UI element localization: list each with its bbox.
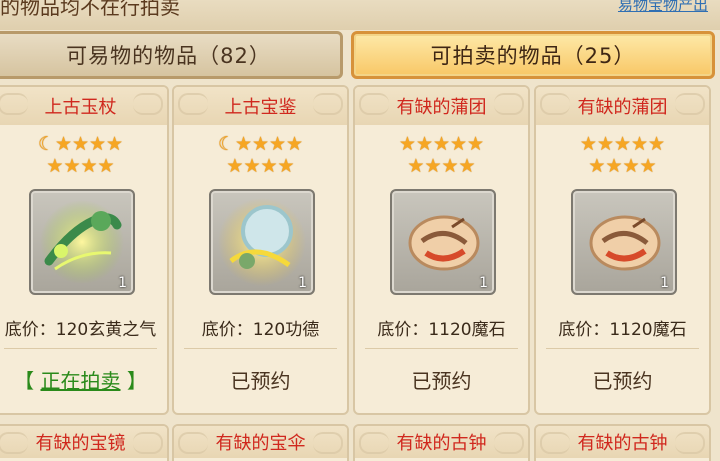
item-card[interactable]: 上古宝鉴 ☾★★★★ ★★★★ 1 底价：120功德 已预约: [172, 85, 349, 415]
base-price: 底价：1120魔石: [558, 320, 687, 340]
base-price: 底价：1120魔石: [377, 320, 506, 340]
card-header: 上古玉杖: [0, 87, 167, 125]
item-name: 有缺的蒲团: [577, 97, 668, 118]
item-count: 1: [660, 275, 669, 291]
bracket-right: 】: [120, 369, 147, 393]
item-card[interactable]: 有缺的古钟: [534, 424, 711, 461]
base-price: 底价：120玄黄之气: [4, 320, 157, 340]
divider: [546, 348, 699, 349]
cushion-icon[interactable]: 1: [390, 189, 496, 295]
item-name: 有缺的蒲团: [396, 97, 487, 118]
card-header: 有缺的宝伞: [174, 426, 347, 458]
top-strip: 的物品均不在行拍卖 易物宝物产出: [0, 0, 720, 30]
star-rating: ★★★★: [46, 155, 115, 177]
base-price: 底价：120功德: [201, 320, 320, 340]
tab-label: 可拍卖的物品（25）: [430, 44, 636, 68]
star-rating: ★★★★: [407, 155, 476, 177]
auction-status: 已预约: [411, 369, 472, 393]
source-link[interactable]: 易物宝物产出: [618, 0, 708, 15]
item-name: 上古宝鉴: [224, 97, 297, 118]
tab-tradeable[interactable]: 可易物的物品（82）: [0, 31, 343, 79]
item-card[interactable]: 有缺的宝伞: [172, 424, 349, 461]
jade-staff-icon[interactable]: 1: [29, 189, 135, 295]
card-header: 有缺的宝镜: [0, 426, 167, 458]
status-label: 正在拍卖: [40, 369, 121, 393]
item-count: 1: [298, 275, 307, 291]
item-card[interactable]: 有缺的蒲团 ★★★★★ ★★★★ 1 底价：1120魔石 已预约: [353, 85, 530, 415]
divider: [4, 348, 157, 349]
star-rating: ★★★★★: [579, 133, 666, 155]
card-header: 上古宝鉴: [174, 87, 347, 125]
star-rating: ★★★★: [588, 155, 657, 177]
star-rating: ★★★★: [226, 155, 295, 177]
item-name: 有缺的宝镜: [35, 433, 126, 454]
star-rating: ☾★★★★: [37, 133, 124, 155]
item-name: 有缺的古钟: [396, 433, 487, 454]
star-rating: ☾★★★★: [217, 133, 304, 155]
card-header: 有缺的蒲团: [536, 87, 709, 125]
page-hint: 的物品均不在行拍卖: [0, 0, 180, 19]
tab-label: 可易物的物品（82）: [66, 44, 271, 68]
auction-status: 已预约: [592, 369, 653, 393]
auction-status: 已预约: [230, 369, 291, 393]
item-card[interactable]: 上古玉杖 ☾★★★★ ★★★★ 1 底价：120玄黄之气 【 正在拍卖 】: [0, 85, 169, 415]
auction-status[interactable]: 【 正在拍卖 】: [0, 365, 167, 394]
divider: [365, 348, 518, 349]
item-name: 有缺的宝伞: [215, 433, 306, 454]
item-name: 有缺的古钟: [577, 433, 668, 454]
item-card[interactable]: 有缺的蒲团 ★★★★★ ★★★★ 1 底价：1120魔石 已预约: [534, 85, 711, 415]
divider: [184, 348, 337, 349]
card-header: 有缺的古钟: [536, 426, 709, 458]
card-header: 有缺的蒲团: [355, 87, 528, 125]
item-name: 上古玉杖: [44, 97, 117, 118]
tab-auctionable[interactable]: 可拍卖的物品（25）: [351, 31, 715, 79]
item-count: 1: [118, 275, 127, 291]
bracket-left: 【: [14, 369, 41, 393]
cushion-icon[interactable]: 1: [571, 189, 677, 295]
item-count: 1: [479, 275, 488, 291]
card-header: 有缺的古钟: [355, 426, 528, 458]
star-rating: ★★★★★: [398, 133, 485, 155]
item-card[interactable]: 有缺的古钟: [353, 424, 530, 461]
item-card[interactable]: 有缺的宝镜: [0, 424, 169, 461]
treasure-mirror-icon[interactable]: 1: [209, 189, 315, 295]
